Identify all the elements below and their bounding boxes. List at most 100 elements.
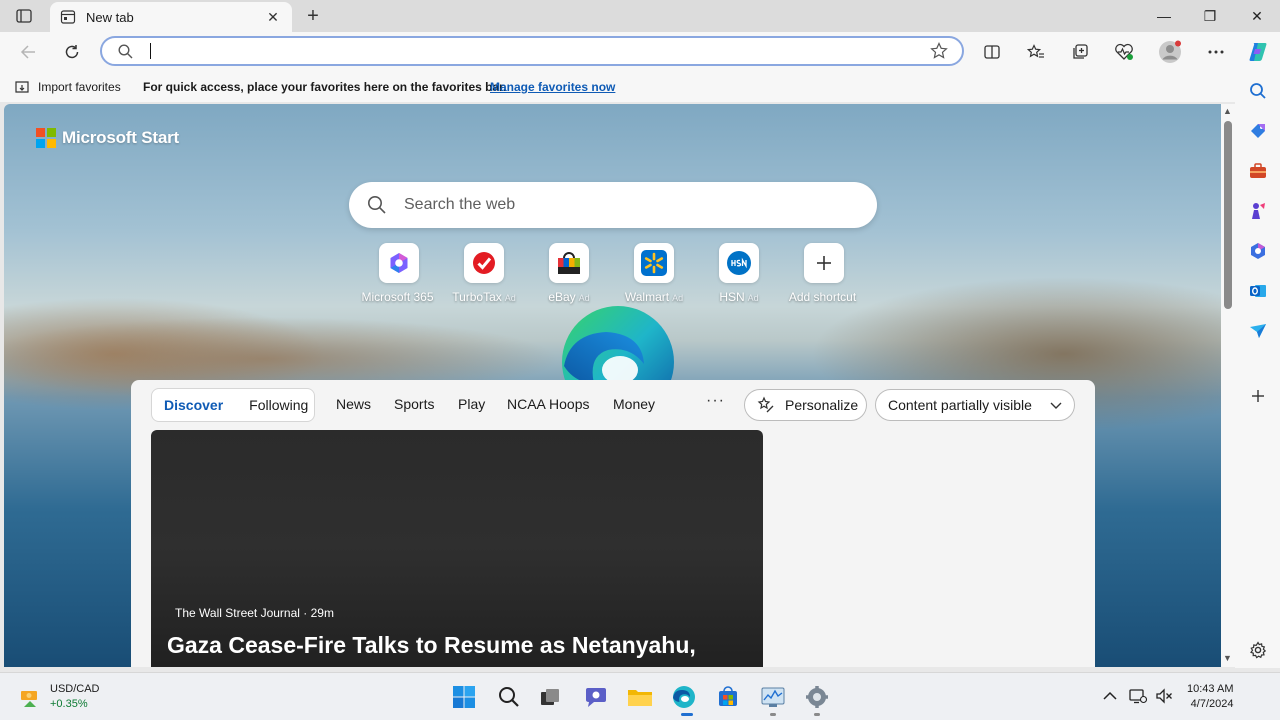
file-explorer-icon[interactable] bbox=[624, 681, 656, 713]
add-shortcut-button[interactable]: Add shortcut bbox=[782, 243, 866, 304]
microsoft-365-icon bbox=[379, 243, 419, 283]
currency-icon bbox=[21, 691, 37, 707]
close-window-button[interactable]: ✕ bbox=[1234, 0, 1280, 32]
sidebar-add-icon[interactable] bbox=[1247, 385, 1269, 407]
shortcut-label: HSN bbox=[719, 290, 745, 304]
teams-chat-icon[interactable] bbox=[580, 681, 612, 713]
nav-ncaa-hoops[interactable]: NCAA Hoops bbox=[507, 396, 589, 412]
address-input[interactable] bbox=[148, 41, 908, 61]
sidebar-settings-gear-icon[interactable] bbox=[1247, 639, 1269, 661]
scroll-down-arrow-icon[interactable]: ▼ bbox=[1223, 653, 1232, 663]
tab-new-tab[interactable]: New tab ✕ bbox=[50, 2, 292, 32]
profile-avatar[interactable] bbox=[1157, 39, 1183, 65]
taskbar-search-icon[interactable] bbox=[493, 681, 525, 713]
sidebar-shopping-icon[interactable] bbox=[1247, 120, 1269, 142]
system-clock[interactable]: 10:43 AM 4/7/2024 bbox=[1187, 682, 1233, 712]
news-headline[interactable]: Gaza Cease-Fire Talks to Resume as Netan… bbox=[167, 632, 696, 659]
content-visibility-dropdown[interactable]: Content partially visible bbox=[875, 389, 1075, 421]
search-icon bbox=[118, 44, 133, 64]
sidebar-drop-icon[interactable] bbox=[1247, 320, 1269, 342]
import-icon bbox=[15, 81, 29, 93]
display-icon[interactable] bbox=[1128, 686, 1148, 706]
sidebar-search-icon[interactable] bbox=[1247, 80, 1269, 102]
search-icon bbox=[367, 195, 387, 220]
clock-date: 4/7/2024 bbox=[1190, 698, 1234, 710]
manage-favorites-link[interactable]: Manage favorites now bbox=[490, 80, 615, 94]
tab-actions-icon[interactable] bbox=[10, 6, 38, 26]
split-screen-icon[interactable] bbox=[979, 39, 1005, 65]
personalize-button[interactable]: Personalize bbox=[744, 389, 867, 421]
web-search-box[interactable]: Search the web bbox=[349, 182, 877, 228]
shortcut-microsoft-365[interactable]: Microsoft 365 bbox=[357, 243, 441, 304]
microsoft-store-icon[interactable] bbox=[712, 681, 744, 713]
collections-icon[interactable] bbox=[1067, 39, 1093, 65]
news-card[interactable]: The Wall Street Journal · 29m Gaza Cease… bbox=[151, 430, 763, 667]
tab-title: New tab bbox=[86, 9, 134, 25]
import-favorites-label: Import favorites bbox=[38, 80, 121, 94]
favorites-hint: For quick access, place your favorites h… bbox=[143, 80, 507, 94]
task-view-icon[interactable] bbox=[534, 681, 566, 713]
refresh-icon[interactable] bbox=[58, 38, 86, 66]
nav-play[interactable]: Play bbox=[458, 396, 485, 412]
address-bar[interactable] bbox=[100, 36, 964, 66]
scrollbar-thumb[interactable] bbox=[1224, 121, 1232, 309]
ad-badge: Ad bbox=[747, 293, 759, 303]
sidebar-outlook-icon[interactable] bbox=[1247, 280, 1269, 302]
taskbar-edge-icon[interactable] bbox=[668, 681, 700, 713]
edge-sidebar bbox=[1235, 72, 1280, 668]
sidebar-microsoft-365-icon[interactable] bbox=[1247, 240, 1269, 262]
new-tab-page: Microsoft Start Search the web Microsoft… bbox=[4, 104, 1221, 667]
shortcut-turbotax[interactable]: TurboTax Ad bbox=[442, 243, 526, 304]
personalize-label: Personalize bbox=[785, 397, 859, 413]
scroll-up-arrow-icon[interactable]: ▲ bbox=[1223, 106, 1232, 116]
settings-gear-icon[interactable] bbox=[801, 681, 833, 713]
brand-name: Microsoft Start bbox=[62, 128, 179, 147]
minimize-button[interactable]: — bbox=[1141, 0, 1187, 32]
sidebar-games-icon[interactable] bbox=[1247, 200, 1269, 222]
shortcut-hsn[interactable]: HSN Ad bbox=[697, 243, 781, 304]
shortcut-ebay[interactable]: eBay Ad bbox=[527, 243, 611, 304]
shortcut-label: Walmart bbox=[624, 290, 670, 304]
favorite-star-icon[interactable] bbox=[930, 42, 948, 65]
more-menu-icon[interactable]: ··· bbox=[706, 392, 725, 410]
edge-logo-icon bbox=[560, 304, 676, 382]
browser-essentials-icon[interactable] bbox=[1111, 39, 1137, 65]
back-icon[interactable] bbox=[14, 38, 42, 66]
new-tab-button[interactable]: + bbox=[302, 5, 324, 27]
new-tab-icon bbox=[60, 9, 76, 25]
resource-monitor-icon[interactable] bbox=[757, 681, 789, 713]
tab-strip: New tab ✕ + — ❐ ✕ bbox=[0, 0, 1280, 32]
tab-discover[interactable]: Discover bbox=[152, 397, 223, 413]
feed-panel: Discover Following News Sports Play NCAA… bbox=[131, 380, 1095, 667]
settings-more-icon[interactable] bbox=[1203, 39, 1229, 65]
restore-button[interactable]: ❐ bbox=[1187, 0, 1233, 32]
start-windows-icon[interactable] bbox=[448, 681, 480, 713]
shortcut-label: TurboTax bbox=[452, 290, 502, 304]
ad-badge: Ad bbox=[504, 293, 516, 303]
toolbar bbox=[0, 32, 1280, 72]
feed-tab-group: Discover Following bbox=[151, 388, 315, 422]
volume-muted-icon[interactable] bbox=[1154, 686, 1174, 706]
nav-news[interactable]: News bbox=[336, 396, 371, 412]
running-app-indicator bbox=[814, 713, 820, 716]
ticker-widget[interactable]: USD/CAD +0.35% bbox=[18, 682, 100, 712]
nav-money[interactable]: Money bbox=[613, 396, 655, 412]
shortcut-walmart[interactable]: Walmart Ad bbox=[612, 243, 696, 304]
ticker-symbol: USD/CAD bbox=[50, 683, 100, 695]
microsoft-start-brand[interactable]: Microsoft Start bbox=[36, 128, 179, 148]
show-hidden-icons-chevron-icon[interactable] bbox=[1100, 686, 1120, 706]
page-scrollbar[interactable]: ▲ ▼ bbox=[1221, 104, 1235, 667]
ad-badge: Ad bbox=[578, 293, 590, 303]
close-tab-icon[interactable]: ✕ bbox=[264, 8, 282, 26]
windows-taskbar: USD/CAD +0.35% 10:43 AM 4/7/2024 bbox=[0, 672, 1280, 720]
sidebar-tools-icon[interactable] bbox=[1247, 160, 1269, 182]
import-favorites-button[interactable]: Import favorites bbox=[14, 79, 121, 95]
microsoft-logo-icon bbox=[36, 128, 56, 148]
favorites-icon[interactable] bbox=[1023, 39, 1049, 65]
tab-following[interactable]: Following bbox=[223, 397, 308, 413]
ticker-change: +0.35% bbox=[50, 698, 88, 710]
nav-sports[interactable]: Sports bbox=[394, 396, 434, 412]
copilot-icon[interactable] bbox=[1245, 39, 1271, 65]
shortcut-label: Microsoft 365 bbox=[361, 290, 434, 304]
content-visibility-label: Content partially visible bbox=[888, 397, 1032, 413]
